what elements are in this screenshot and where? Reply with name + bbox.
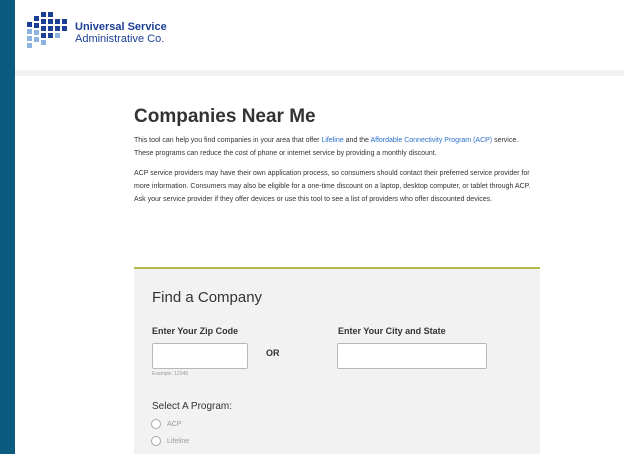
or-separator: OR [266, 348, 280, 358]
zip-code-label: Enter Your Zip Code [152, 326, 239, 336]
program-option-label: ACP [167, 420, 182, 428]
acp-link[interactable]: Affordable Connectivity Program (ACP) [370, 137, 492, 144]
brand-wordmark[interactable]: Universal Service Administrative Co. [75, 21, 167, 45]
zip-code-input[interactable] [152, 343, 248, 369]
program-option-acp[interactable]: ACP [151, 418, 181, 430]
brand-name-line2: Administrative Co. [75, 33, 165, 45]
radio-circle-icon[interactable] [151, 419, 161, 429]
program-option-lifeline[interactable]: Lifeline [151, 435, 189, 447]
brand-name-line1: Universal Service [75, 21, 167, 33]
browser-viewport: Universal Service Administrative Co. Com… [15, 0, 624, 454]
header-divider [15, 70, 624, 76]
find-company-card: Find a Company Enter Your Zip Code OR En… [134, 267, 540, 454]
intro-text-start: This tool can help you find companies in… [134, 137, 322, 144]
acp-note-paragraph: ACP service providers may have their own… [134, 170, 531, 203]
find-company-title: Find a Company [152, 289, 263, 306]
intro-paragraph: This tool can help you find companies in… [134, 134, 534, 160]
program-select-label: Select A Program: [152, 401, 233, 412]
city-state-label: Enter Your City and State [338, 326, 446, 336]
page-title: Companies Near Me [134, 106, 316, 127]
site-header: Universal Service Administrative Co. [15, 0, 624, 70]
main-content: Companies Near Me This tool can help you… [134, 105, 534, 206]
zip-example-hint: Example: 12345 [152, 371, 189, 377]
usac-logo-icon[interactable] [23, 12, 71, 52]
city-state-input[interactable] [337, 343, 487, 369]
intro-text-middle: and the [343, 137, 371, 144]
program-option-label: Lifeline [167, 437, 190, 445]
radio-circle-icon[interactable] [151, 436, 161, 446]
lifeline-link[interactable]: Lifeline [321, 137, 343, 144]
